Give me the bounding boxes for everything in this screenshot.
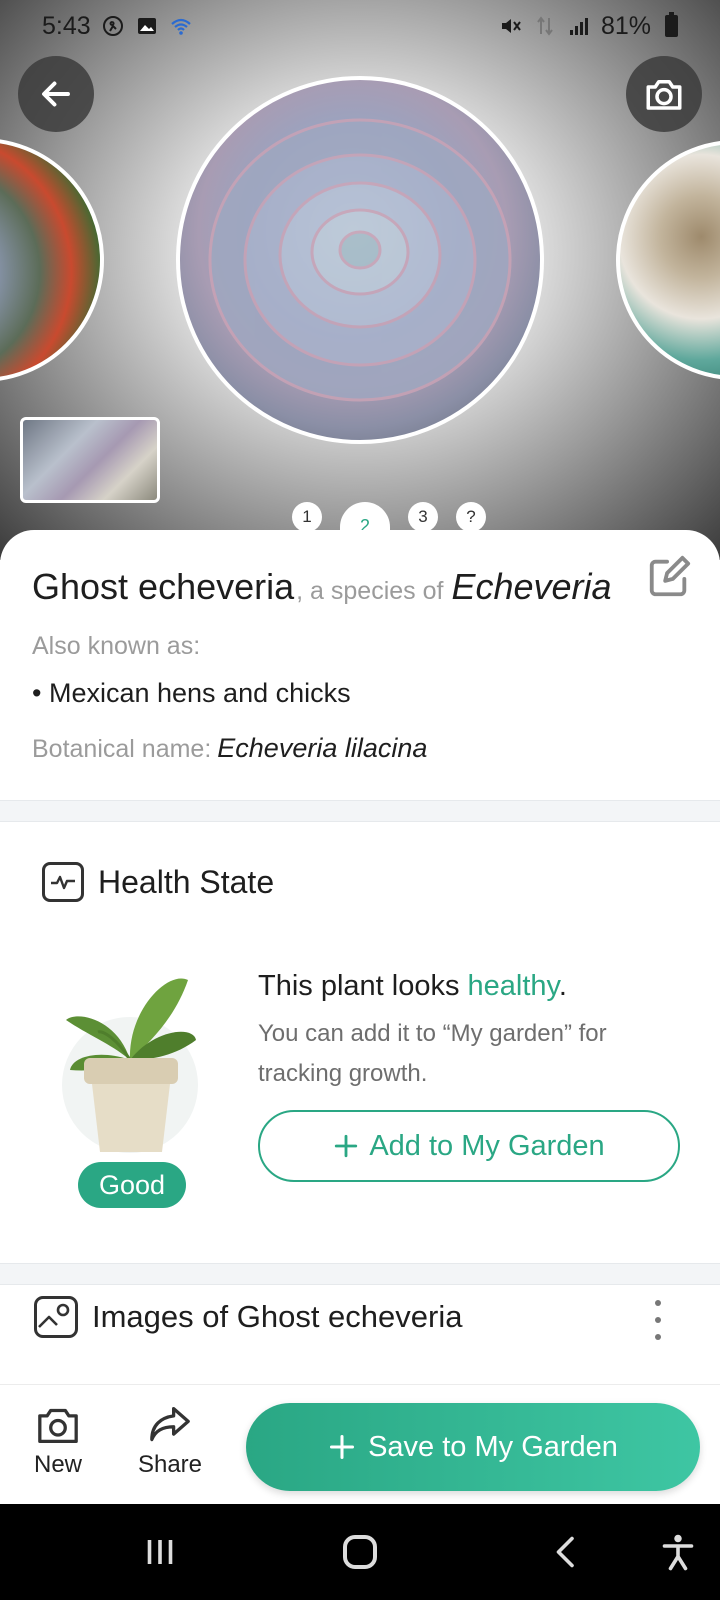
image-icon xyxy=(137,18,156,34)
botanical-name-row: Botanical name: Echeveria lilacina xyxy=(32,733,427,764)
alias-item: • Mexican hens and chicks xyxy=(32,678,351,709)
status-time: 5:43 xyxy=(42,11,91,40)
accessibility-icon xyxy=(662,1534,694,1571)
plus-icon xyxy=(335,1134,358,1158)
pager-dot-3[interactable]: 3 xyxy=(408,502,438,532)
system-back-button[interactable] xyxy=(536,1504,596,1600)
mute-icon xyxy=(501,19,521,33)
arrow-left-icon xyxy=(42,81,70,107)
succulent-rosette-image xyxy=(208,118,512,402)
health-pulse-icon xyxy=(42,862,84,902)
add-to-garden-button[interactable]: Add to My Garden xyxy=(258,1110,680,1182)
also-known-as-label: Also known as: xyxy=(32,632,201,660)
image-gallery-icon xyxy=(34,1296,78,1338)
potted-plant-icon xyxy=(62,978,198,1153)
plant-detail-sheet: Ghost echeveria , a species of Echeveria… xyxy=(0,530,720,1530)
home-button[interactable] xyxy=(330,1504,390,1600)
bullet: • xyxy=(32,678,49,708)
home-icon xyxy=(343,1535,377,1569)
health-summary-suffix: . xyxy=(558,970,567,1002)
share-button[interactable]: Share xyxy=(134,1405,206,1479)
save-to-garden-button[interactable]: Save to My Garden xyxy=(246,1403,700,1491)
health-summary: This plant looks healthy. xyxy=(258,970,567,1003)
battery-icon xyxy=(665,12,678,37)
health-status-badge: Good xyxy=(78,1162,186,1208)
new-scan-button[interactable]: New xyxy=(28,1405,88,1479)
camera-button[interactable] xyxy=(626,56,702,132)
section-divider xyxy=(0,800,720,822)
activity-icon xyxy=(102,16,123,36)
add-to-garden-label: Add to My Garden xyxy=(369,1129,605,1162)
pager-dot-1[interactable]: 1 xyxy=(292,502,322,532)
plant-title: Ghost echeveria , a species of Echeveria xyxy=(32,566,612,608)
plus-icon xyxy=(330,1434,355,1460)
health-description: You can add it to “My garden” for tracki… xyxy=(258,1020,607,1087)
signal-icon xyxy=(569,18,588,35)
system-nav-bar xyxy=(0,1504,720,1600)
plant-genus[interactable]: Echeveria xyxy=(451,566,611,608)
save-to-garden-label: Save to My Garden xyxy=(368,1430,618,1463)
pager-dot-unknown[interactable]: ? xyxy=(456,502,486,532)
botanical-name-label: Botanical name: xyxy=(32,735,212,763)
data-icon xyxy=(537,16,553,36)
source-photo-thumbnail[interactable] xyxy=(20,417,160,503)
back-button[interactable] xyxy=(18,56,94,132)
bottom-action-bar: New Share Save to My Garden xyxy=(0,1384,720,1504)
species-of-label: , a species of xyxy=(296,577,444,605)
health-summary-prefix: This plant looks xyxy=(258,970,468,1002)
health-status-word: healthy xyxy=(467,970,559,1002)
alias-text: Mexican hens and chicks xyxy=(48,678,351,708)
battery-level: 81% xyxy=(600,11,651,40)
camera-icon xyxy=(38,1408,78,1443)
edit-icon xyxy=(649,555,691,597)
images-section-title: Images of Ghost echeveria xyxy=(92,1299,463,1334)
recents-icon xyxy=(147,1540,173,1564)
health-state-header: Health State xyxy=(42,862,274,902)
new-label: New xyxy=(33,1451,82,1478)
accessibility-button[interactable] xyxy=(648,1504,708,1600)
plant-common-name: Ghost echeveria xyxy=(32,566,295,607)
plant-photo-next[interactable] xyxy=(616,140,720,380)
camera-icon xyxy=(646,80,682,110)
images-section-header: Images of Ghost echeveria xyxy=(34,1296,462,1338)
share-icon xyxy=(150,1407,190,1442)
recent-apps-button[interactable] xyxy=(130,1504,190,1600)
chevron-left-icon xyxy=(556,1536,574,1568)
more-options-icon[interactable] xyxy=(648,1300,668,1340)
status-bar: 5:43 81% xyxy=(0,0,720,52)
wifi-icon xyxy=(170,18,191,35)
plant-photo-current[interactable] xyxy=(176,76,544,444)
edit-button[interactable] xyxy=(644,552,694,602)
photo-gallery: 5:43 81% 1 2 3 ? xyxy=(0,0,720,560)
section-divider xyxy=(0,1263,720,1285)
health-state-title: Health State xyxy=(98,863,275,900)
plant-photo-previous[interactable] xyxy=(0,138,104,382)
share-label: Share xyxy=(137,1451,203,1478)
botanical-name-value: Echeveria lilacina xyxy=(217,733,428,763)
